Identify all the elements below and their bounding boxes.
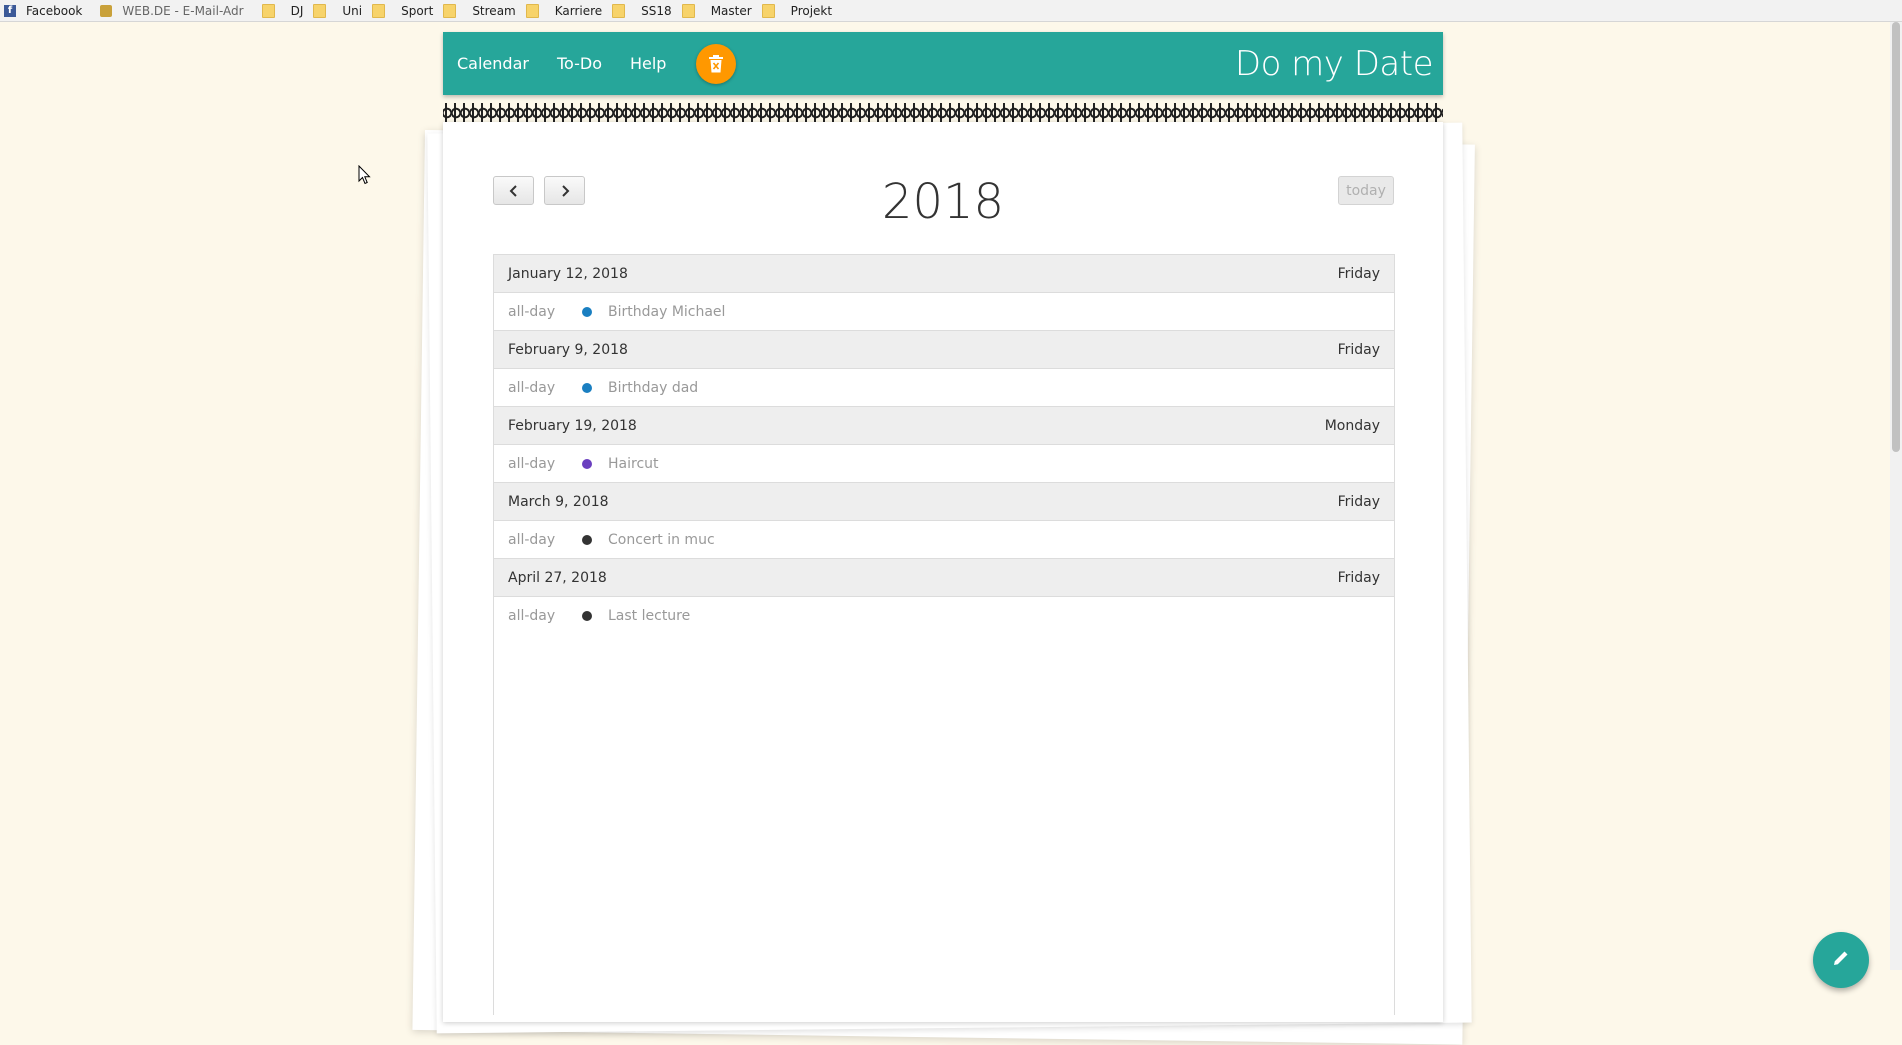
event-color-dot (582, 306, 592, 317)
bookmark-folder-sport[interactable]: Sport (368, 0, 439, 21)
page-scrollbar[interactable] (1890, 22, 1902, 970)
bookmark-label: Karriere (554, 3, 603, 18)
app-header: Calendar To-Do Help Do my Date (443, 32, 1443, 95)
folder-icon (261, 3, 275, 18)
event-list: January 12, 2018 Friday all-day Birthday… (493, 254, 1395, 1015)
folder-icon (612, 3, 626, 18)
day-date: February 19, 2018 (508, 417, 637, 434)
bookmark-label: DJ (290, 3, 304, 18)
bookmarks-bar: f Facebook WEB.DE - E-Mail-Adr DJ Uni Sp… (0, 0, 1902, 22)
edit-fab-button[interactable] (1813, 932, 1869, 988)
event-title: Birthday dad (608, 379, 699, 396)
calendar-page: 2018 today January 12, 2018 Friday all-d… (443, 122, 1443, 1022)
mouse-cursor-icon (358, 165, 371, 185)
day-date: April 27, 2018 (508, 569, 607, 586)
day-weekday: Friday (1337, 341, 1380, 358)
event-row[interactable]: all-day Birthday dad (494, 369, 1394, 407)
pencil-icon (1834, 951, 1848, 965)
day-date: March 9, 2018 (508, 493, 609, 510)
event-color-dot (582, 458, 592, 469)
facebook-icon: f (4, 4, 16, 17)
day-weekday: Friday (1337, 569, 1380, 586)
event-time: all-day (508, 455, 556, 472)
bookmark-label: Uni (342, 3, 363, 18)
bookmark-label: SS18 (641, 3, 672, 18)
folder-icon (443, 3, 457, 18)
folder-icon (681, 3, 695, 18)
day-header: January 12, 2018 Friday (494, 255, 1394, 293)
webde-icon (100, 4, 113, 17)
bookmark-webde[interactable]: WEB.DE - E-Mail-Adr (96, 0, 249, 21)
day-header: March 9, 2018 Friday (494, 483, 1394, 521)
event-title: Concert in muc (608, 531, 715, 548)
scrollbar-thumb[interactable] (1892, 22, 1900, 452)
bookmark-facebook[interactable]: f Facebook (0, 0, 88, 21)
folder-icon (761, 3, 775, 18)
bookmark-label: Projekt (790, 3, 833, 18)
event-row[interactable]: all-day Birthday Michael (494, 293, 1394, 331)
bookmark-folder-karriere[interactable]: Karriere (522, 0, 608, 21)
day-weekday: Monday (1324, 417, 1380, 434)
nav-todo[interactable]: To-Do (557, 54, 602, 73)
trash-icon (709, 54, 724, 72)
event-title: Birthday Michael (608, 303, 726, 320)
event-row[interactable]: all-day Last lecture (494, 597, 1394, 634)
event-title: Haircut (608, 455, 659, 472)
day-header: February 9, 2018 Friday (494, 331, 1394, 369)
bookmark-label: WEB.DE - E-Mail-Adr (122, 3, 244, 18)
nav-help[interactable]: Help (630, 54, 666, 73)
spiral-binding (443, 103, 1443, 123)
event-title: Last lecture (608, 607, 691, 624)
bookmark-label: Stream (472, 3, 516, 18)
app-brand: Do my Date (1234, 43, 1434, 84)
folder-icon (525, 3, 539, 18)
bookmark-folder-dj[interactable]: DJ (258, 0, 310, 21)
bookmark-folder-uni[interactable]: Uni (309, 0, 368, 21)
bookmark-folder-ss18[interactable]: SS18 (608, 0, 678, 21)
day-header: February 19, 2018 Monday (494, 407, 1394, 445)
bookmark-folder-projekt[interactable]: Projekt (758, 0, 838, 21)
nav-calendar[interactable]: Calendar (457, 54, 529, 73)
day-weekday: Friday (1337, 493, 1380, 510)
event-time: all-day (508, 379, 556, 396)
event-row[interactable]: all-day Concert in muc (494, 521, 1394, 559)
event-color-dot (582, 382, 592, 393)
calendar-title: 2018 (881, 174, 1005, 230)
event-row[interactable]: all-day Haircut (494, 445, 1394, 483)
day-date: January 12, 2018 (508, 265, 628, 282)
bookmark-label: Facebook (26, 3, 83, 18)
event-time: all-day (508, 607, 556, 624)
event-color-dot (582, 610, 592, 621)
day-date: February 9, 2018 (508, 341, 628, 358)
delete-button[interactable] (696, 43, 737, 84)
folder-icon (372, 3, 386, 18)
event-time: all-day (508, 531, 556, 548)
day-weekday: Friday (1337, 265, 1380, 282)
bookmark-folder-master[interactable]: Master (678, 0, 758, 21)
bookmark-label: Master (710, 3, 752, 18)
bookmark-label: Sport (401, 3, 434, 18)
bookmark-folder-stream[interactable]: Stream (439, 0, 521, 21)
day-header: April 27, 2018 Friday (494, 559, 1394, 597)
today-button[interactable]: today (1338, 176, 1394, 205)
event-time: all-day (508, 303, 556, 320)
folder-icon (313, 3, 327, 18)
event-color-dot (582, 534, 592, 545)
